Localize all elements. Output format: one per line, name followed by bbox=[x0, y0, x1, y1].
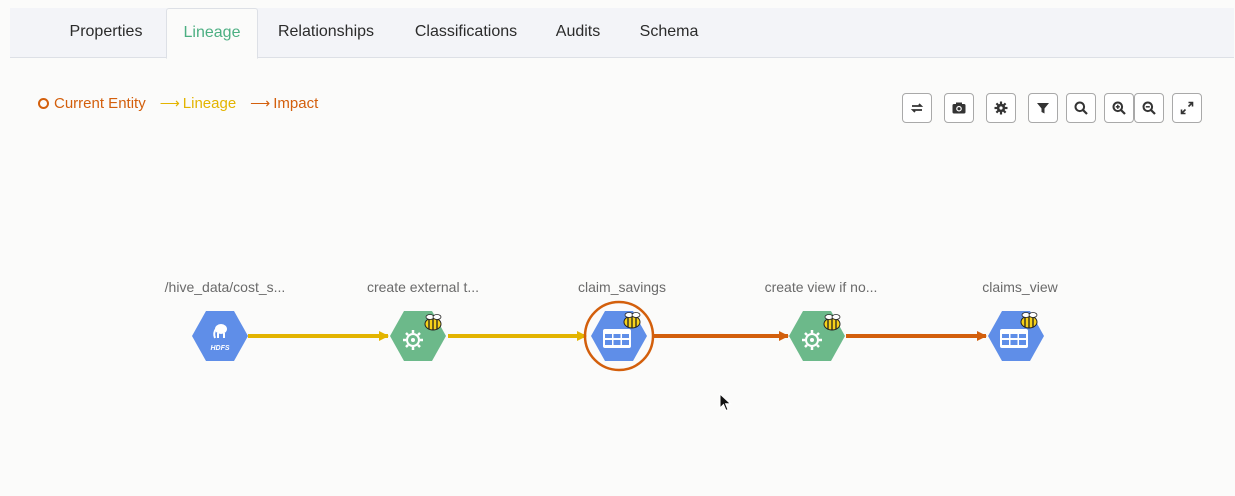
lineage-node-hdfs[interactable]: HDFS bbox=[192, 311, 248, 361]
hive-bee-icon bbox=[823, 313, 841, 331]
node-label: create view if no... bbox=[764, 279, 878, 295]
lineage-graph: HDFS bbox=[192, 300, 1044, 372]
gear-icon bbox=[802, 330, 822, 350]
node-label: claim_savings bbox=[578, 279, 666, 295]
lineage-node-process[interactable] bbox=[789, 311, 845, 361]
mouse-pointer-icon bbox=[719, 393, 732, 412]
lineage-node-table-current[interactable] bbox=[583, 300, 655, 372]
node-label: /hive_data/cost_s... bbox=[164, 279, 286, 295]
hdfs-icon-text: HDFS bbox=[210, 345, 229, 352]
hive-bee-icon bbox=[424, 313, 442, 331]
hive-bee-icon bbox=[1020, 311, 1038, 329]
gear-icon bbox=[403, 330, 423, 350]
node-label: claims_view bbox=[982, 279, 1058, 295]
table-grid-icon bbox=[1000, 329, 1028, 348]
lineage-node-process[interactable] bbox=[390, 311, 446, 361]
table-grid-icon bbox=[603, 329, 631, 348]
lineage-node-table[interactable] bbox=[988, 311, 1044, 361]
hive-bee-icon bbox=[623, 311, 641, 329]
node-label: create external t... bbox=[366, 279, 480, 295]
